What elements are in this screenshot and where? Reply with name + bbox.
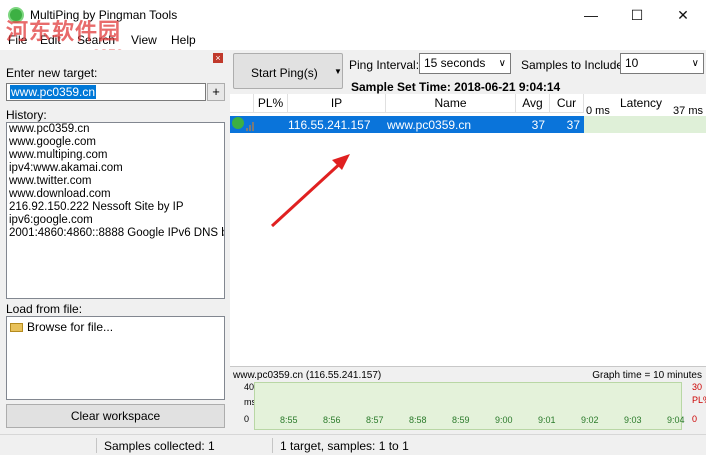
file-list[interactable]: Browse for file... xyxy=(6,316,225,400)
row-cur: 37 xyxy=(566,118,580,132)
graph-tick-label: 8:58 xyxy=(409,415,427,425)
history-item[interactable]: www.twitter.com xyxy=(7,175,224,188)
target-input-value: www.pc0359.cn xyxy=(10,85,97,99)
history-item[interactable]: 2001:4860:4860::8888 Google IPv6 DNS by … xyxy=(7,227,224,240)
history-item[interactable]: www.pc0359.cn xyxy=(7,123,224,136)
graph-title: www.pc0359.cn (116.55.241.157) xyxy=(233,370,382,381)
graph-tick-label: 9:03 xyxy=(624,415,642,425)
mini-graph-icon xyxy=(246,121,258,131)
samples-select[interactable]: 10 ∨ xyxy=(620,53,704,74)
graph-tick-label: 8:55 xyxy=(280,415,298,425)
col-header-status xyxy=(230,94,254,113)
start-ping-label: Start Ping(s) xyxy=(251,66,318,80)
results-panel: Start Ping(s) ▼ Ping Interval: 15 second… xyxy=(230,50,706,434)
status-up-icon xyxy=(232,117,244,129)
status-targets: 1 target, samples: 1 to 1 xyxy=(280,439,409,453)
history-label: History: xyxy=(6,108,47,122)
row-name: www.pc0359.cn xyxy=(387,118,472,132)
panel-close-icon[interactable]: × xyxy=(213,53,223,63)
col-header-ip[interactable]: IP xyxy=(288,94,386,113)
ping-interval-select[interactable]: 15 seconds ∨ xyxy=(419,53,511,74)
row-ip: 116.55.241.157 xyxy=(288,118,371,132)
ping-interval-label: Ping Interval: xyxy=(349,58,420,72)
graph-tick-label: 9:02 xyxy=(581,415,599,425)
graph-tick-label: 9:00 xyxy=(495,415,513,425)
status-separator xyxy=(96,438,97,453)
add-target-button[interactable]: + xyxy=(207,83,225,101)
graph-tick-label: 9:04 xyxy=(667,415,685,425)
status-bar: Samples collected: 1 1 target, samples: … xyxy=(0,434,706,455)
history-item[interactable]: www.google.com xyxy=(7,136,224,149)
samples-value: 10 xyxy=(625,56,639,70)
maximize-button[interactable]: ☐ xyxy=(614,0,660,30)
row-latency-bar xyxy=(584,116,706,133)
history-item[interactable]: ipv4:www.akamai.com xyxy=(7,162,224,175)
menu-view[interactable]: View xyxy=(131,33,157,47)
y-axis-right-min: 0 xyxy=(692,414,698,424)
graph-tick-label: 8:57 xyxy=(366,415,384,425)
table-row[interactable]: 116.55.241.157 www.pc0359.cn 37 37 xyxy=(230,116,584,133)
status-separator xyxy=(272,438,273,453)
target-input[interactable]: www.pc0359.cn xyxy=(6,83,206,101)
y-axis-right-label: PL% xyxy=(692,395,706,405)
latency-graph: www.pc0359.cn (116.55.241.157) Graph tim… xyxy=(230,366,706,434)
close-button[interactable]: ✕ xyxy=(660,0,706,30)
targets-grid[interactable]: PL% IP Name Avg Cur Latency 0 ms 37 ms 1… xyxy=(230,94,706,366)
browse-file-label: Browse for file... xyxy=(27,320,114,334)
status-samples: Samples collected: 1 xyxy=(104,439,215,453)
row-avg: 37 xyxy=(531,118,545,132)
chevron-down-icon: ∨ xyxy=(691,58,699,69)
clear-workspace-button[interactable]: Clear workspace xyxy=(6,404,225,428)
y-axis-right-max: 30 xyxy=(692,382,703,392)
col-header-avg[interactable]: Avg xyxy=(516,94,550,113)
col-header-cur[interactable]: Cur xyxy=(550,94,584,113)
graph-tick-label: 8:56 xyxy=(323,415,341,425)
y-axis-left-min: 0 xyxy=(244,414,250,424)
y-axis-left-max: 40 xyxy=(244,382,255,392)
enter-target-label: Enter new target: xyxy=(6,66,98,80)
graph-time: Graph time = 10 minutes xyxy=(592,370,702,381)
col-header-pl[interactable]: PL% xyxy=(254,94,288,113)
chevron-down-icon: ∨ xyxy=(498,58,506,69)
history-item[interactable]: www.multiping.com xyxy=(7,149,224,162)
ping-interval-value: 15 seconds xyxy=(424,56,486,70)
menu-help[interactable]: Help xyxy=(171,33,196,47)
samples-label: Samples to Include: xyxy=(521,58,627,72)
graph-tick-label: 8:59 xyxy=(452,415,470,425)
sample-set-time: Sample Set Time: 2018-06-21 9:04:14 xyxy=(351,80,561,94)
annotation-arrow xyxy=(270,154,350,228)
dropdown-arrow-icon[interactable]: ▼ xyxy=(334,67,342,76)
history-item[interactable]: www.download.com xyxy=(7,188,224,201)
start-ping-button[interactable]: Start Ping(s) ▼ xyxy=(233,53,343,89)
folder-icon xyxy=(10,323,23,332)
history-item[interactable]: ipv6:google.com xyxy=(7,214,224,227)
graph-tick-label: 9:01 xyxy=(538,415,556,425)
history-list[interactable]: www.pc0359.cn www.google.com www.multipi… xyxy=(6,122,225,299)
browse-file-item[interactable]: Browse for file... xyxy=(10,320,113,334)
col-header-name[interactable]: Name xyxy=(386,94,516,113)
watermark-text: 河东软件园 xyxy=(6,20,122,45)
minimize-button[interactable]: — xyxy=(568,0,614,30)
history-item[interactable]: 216.92.150.222 Nessoft Site by IP xyxy=(7,201,224,214)
latency-label: Latency xyxy=(620,96,663,110)
load-file-label: Load from file: xyxy=(6,302,83,316)
target-panel: × Enter new target: www.pc0359.cn + Hist… xyxy=(0,50,230,434)
